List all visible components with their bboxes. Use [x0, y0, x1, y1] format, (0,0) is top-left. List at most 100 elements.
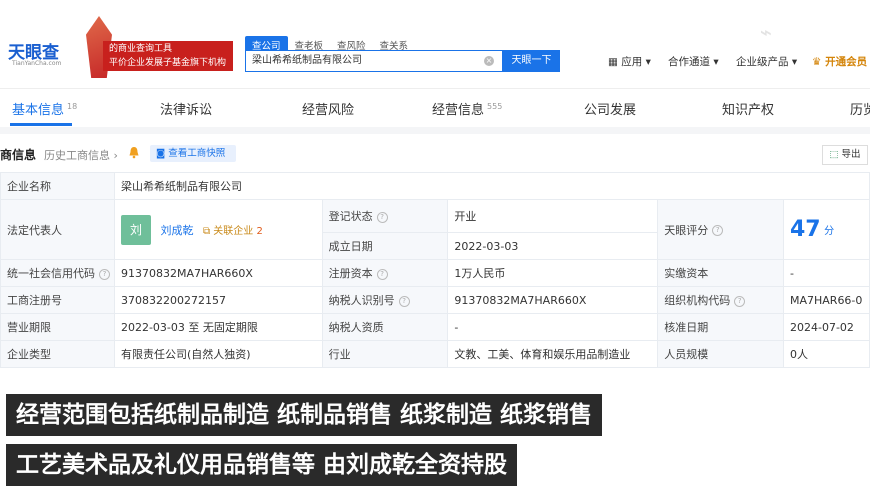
tab-label: 基本信息 — [12, 103, 65, 118]
tab-count: 18 — [67, 101, 78, 111]
legal-rep-label: 法定代表人 — [0, 199, 115, 260]
search-button[interactable]: 天眼一下 — [503, 50, 560, 72]
bell-icon[interactable] — [128, 146, 140, 159]
nav-apps[interactable]: ▦ 应用 ▾ — [608, 54, 651, 69]
credit-code-label: 统一社会信用代码? — [0, 259, 115, 287]
staff-label: 人员规模 — [657, 340, 784, 368]
help-icon[interactable]: ? — [376, 211, 388, 223]
history-link[interactable]: 历史工商信息 › — [44, 147, 118, 163]
reg-status-label: 登记状态? — [321, 199, 449, 233]
legal-rep-name-link[interactable]: 刘成乾 — [160, 224, 193, 237]
term-value: 2022-03-03 至 无固定期限 — [113, 313, 323, 341]
tab-count: 555 — [487, 101, 503, 111]
tab-lawsuit[interactable]: 法律诉讼 — [160, 99, 212, 118]
search-input[interactable]: 梁山希希纸制品有限公司 — [245, 50, 503, 72]
reg-capital-value: 1万人民币 — [447, 259, 659, 287]
section-title: 商信息 — [0, 148, 37, 162]
approve-date-label: 核准日期 — [657, 313, 784, 341]
related-count: 2 — [256, 226, 263, 237]
related-label: 关联企业 — [213, 226, 254, 237]
logo[interactable]: 天眼查 TianYanCha.com — [2, 38, 74, 74]
table-row: 企业名称 梁山希希纸制品有限公司 — [0, 172, 870, 200]
reg-no-label: 工商注册号 — [0, 286, 115, 314]
tab-basic-info[interactable]: 基本信息 18 — [12, 99, 77, 118]
type-value: 有限责任公司(自然人独资) — [113, 340, 323, 368]
camera-icon: ◙ — [156, 148, 166, 159]
clear-icon[interactable]: × — [484, 56, 494, 66]
related-icon: ⧉ — [202, 226, 211, 237]
table-row: 工商注册号 370832200272157 纳税人识别号? 91370832MA… — [0, 286, 870, 314]
tianyan-score-label: 天眼评分? — [657, 199, 784, 260]
tab-label: 公司发展 — [584, 103, 637, 118]
snapshot-label: 查看工商快照 — [168, 148, 226, 159]
org-code-label-text: 组织机构代码 — [664, 294, 731, 307]
tab-business-risk[interactable]: 经营风险 — [302, 99, 354, 118]
vip-button[interactable]: ♛ 开通会员 — [812, 54, 867, 69]
nav-apps-label: 应用 — [621, 56, 643, 68]
org-code-label: 组织机构代码? — [657, 286, 784, 314]
tianyan-score-unit: 分 — [824, 226, 835, 237]
export-label: 导出 — [841, 149, 861, 160]
avatar[interactable]: 刘 — [120, 214, 151, 245]
company-name-label: 企业名称 — [0, 172, 115, 200]
paid-capital-value: - — [782, 259, 870, 287]
video-watermark: ⌁ — [760, 20, 773, 44]
founded-label: 成立日期 — [321, 232, 449, 260]
subtitle-line-1: 经营范围包括纸制品制造 纸制品销售 纸浆制造 纸浆销售 — [6, 394, 603, 436]
logo-subtext: TianYanCha.com — [12, 60, 62, 67]
export-button[interactable]: ⬚ 导出 — [822, 145, 868, 165]
help-icon[interactable]: ? — [376, 268, 388, 280]
tab-label: 法律诉讼 — [160, 103, 213, 118]
related-company-link[interactable]: ⧉ 关联企业 2 — [203, 226, 263, 237]
credit-code-value: 91370832MA7HAR660X — [113, 259, 323, 287]
chevron-down-icon: ▾ — [713, 56, 719, 68]
chevron-down-icon: ▾ — [791, 56, 798, 68]
chevron-down-icon: ▾ — [645, 56, 651, 68]
tab-business-info[interactable]: 经营信息 555 — [432, 99, 502, 118]
nav-enterprise[interactable]: 企业级产品 ▾ — [736, 54, 797, 69]
nav-cooperation-label: 合作通道 — [668, 56, 710, 68]
slogan-banner: 的商业查询工具 平价企业发展子基金旗下机构 — [103, 41, 233, 71]
taxpayer-id-label-text: 纳税人识别号 — [328, 294, 395, 307]
tab-label: 经营风险 — [302, 103, 355, 118]
slogan-line1: 的商业查询工具 — [109, 44, 173, 54]
reg-capital-label: 注册资本? — [321, 259, 449, 287]
reg-status-value: 开业 — [447, 199, 659, 233]
reg-status-label-text: 登记状态 — [328, 210, 373, 223]
taxpayer-qual-value: - — [447, 313, 659, 341]
crown-icon: ♛ — [812, 56, 822, 68]
tianyan-score-cell[interactable]: 47 分 — [782, 199, 870, 260]
table-row: 营业期限 2022-03-03 至 无固定期限 纳税人资质 - 核准日期 202… — [0, 313, 870, 341]
tab-ip[interactable]: 知识产权 — [722, 99, 774, 118]
tab-label: 历览 — [850, 103, 870, 118]
table-row: 企业类型 有限责任公司(自然人独资) 行业 文教、工美、体育和娱乐用品制造业 人… — [0, 340, 870, 368]
help-icon[interactable]: ? — [99, 268, 110, 280]
active-tab-indicator — [10, 123, 72, 126]
vip-label: 开通会员 — [825, 56, 868, 68]
chevron-right-icon: › — [113, 149, 118, 162]
tianyan-score-label-text: 天眼评分 — [664, 223, 709, 237]
snapshot-button[interactable]: ◙ 查看工商快照 — [150, 145, 236, 162]
taxpayer-id-label: 纳税人识别号? — [321, 286, 449, 314]
industry-label: 行业 — [321, 340, 449, 368]
table-row: 法定代表人 刘 刘成乾 ⧉ 关联企业 2 登记状态? 开业 天眼评分? 47 分 — [0, 199, 870, 260]
help-icon[interactable]: ? — [398, 295, 410, 307]
help-icon[interactable]: ? — [734, 295, 746, 307]
slogan-line2: 平价企业发展子基金旗下机构 — [109, 58, 227, 68]
industry-value: 文教、工美、体育和娱乐用品制造业 — [447, 340, 659, 368]
help-icon[interactable]: ? — [712, 225, 724, 236]
tab-label: 知识产权 — [722, 103, 775, 118]
reg-capital-label-text: 注册资本 — [328, 267, 373, 280]
staff-value: 0人 — [782, 340, 870, 368]
reg-no-value: 370832200272157 — [113, 286, 323, 314]
nav-cooperation[interactable]: 合作通道 ▾ — [668, 54, 719, 69]
tab-development[interactable]: 公司发展 — [584, 99, 636, 118]
nav-enterprise-label: 企业级产品 — [736, 56, 789, 68]
founded-value: 2022-03-03 — [447, 232, 659, 260]
export-icon: ⬚ — [829, 149, 839, 160]
tab-history[interactable]: 历览 — [850, 99, 870, 118]
legal-rep-cell: 刘 刘成乾 ⧉ 关联企业 2 — [113, 199, 323, 260]
term-label: 营业期限 — [0, 313, 115, 341]
taxpayer-qual-label: 纳税人资质 — [321, 313, 449, 341]
tianyan-score-value: 47 — [789, 217, 821, 242]
